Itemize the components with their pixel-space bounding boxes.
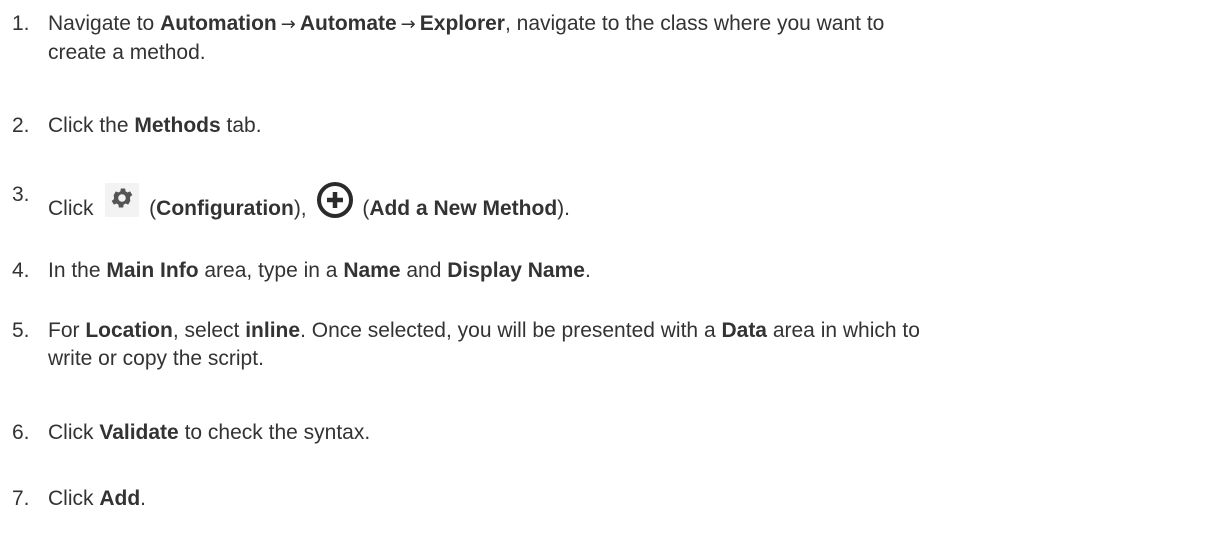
step-number: 2. [12,114,30,137]
step-text: Click the Methods tab. [48,112,1218,140]
step-text: Click (Configuration), (Add a New Method… [48,181,1218,223]
text: Click the [48,114,135,137]
text: In the [48,259,107,282]
bold-text: Add a New Method [369,197,558,220]
text: ), [293,197,313,220]
bold-text: Automate [299,12,397,35]
step-text: Click Add. [48,485,1218,513]
step-number: 5. [12,319,30,342]
step-number: 7. [12,487,30,510]
text: Click [48,487,100,510]
bold-text: Main Info [106,259,199,282]
step-text: For Location, select inline. Once select… [48,317,1218,373]
bold-text: Data [721,319,767,342]
text: . [140,487,147,510]
bold-text: Automation [160,12,277,35]
text: area, type in a [198,259,344,282]
text: Click [48,421,100,444]
step-text: In the Main Info area, type in a Name an… [48,257,1218,285]
arrow-icon: → [400,14,416,35]
text: to check the syntax. [178,421,371,444]
text: tab. [220,114,262,137]
bold-text: Configuration [156,197,294,220]
text: . Once selected, you will be presented w… [300,319,722,342]
bold-text: Explorer [419,12,505,35]
text: , navigate to the class where you want t… [504,12,885,35]
bold-text: Methods [134,114,221,137]
bold-text: inline [245,319,301,342]
text: ). [557,197,570,220]
text: area in which to [767,319,920,342]
step-number: 6. [12,421,30,444]
arrow-icon: → [280,14,296,35]
bold-text: Display Name [447,259,585,282]
text: Click [48,197,100,220]
text: For [48,319,86,342]
step-number: 3. [12,183,30,206]
text: and [400,259,448,282]
step-number: 4. [12,259,30,282]
bold-text: Name [343,259,401,282]
text: . [584,259,591,282]
gear-icon [105,183,140,217]
plus-circle-icon [316,181,354,219]
text: Navigate to [48,12,161,35]
text: ( [143,197,157,220]
text: create a method. [48,41,206,64]
bold-text: Add [99,487,141,510]
bold-text: Validate [99,421,179,444]
step-number: 1. [12,12,30,35]
step-text: Navigate to Automation → Automate → Explorer… [48,10,1218,67]
text: write or copy the script. [48,347,264,370]
bold-text: Location [85,319,173,342]
text: ( [356,197,370,220]
step-text: Click Validate to check the syntax. [48,419,1218,447]
text: , select [172,319,246,342]
